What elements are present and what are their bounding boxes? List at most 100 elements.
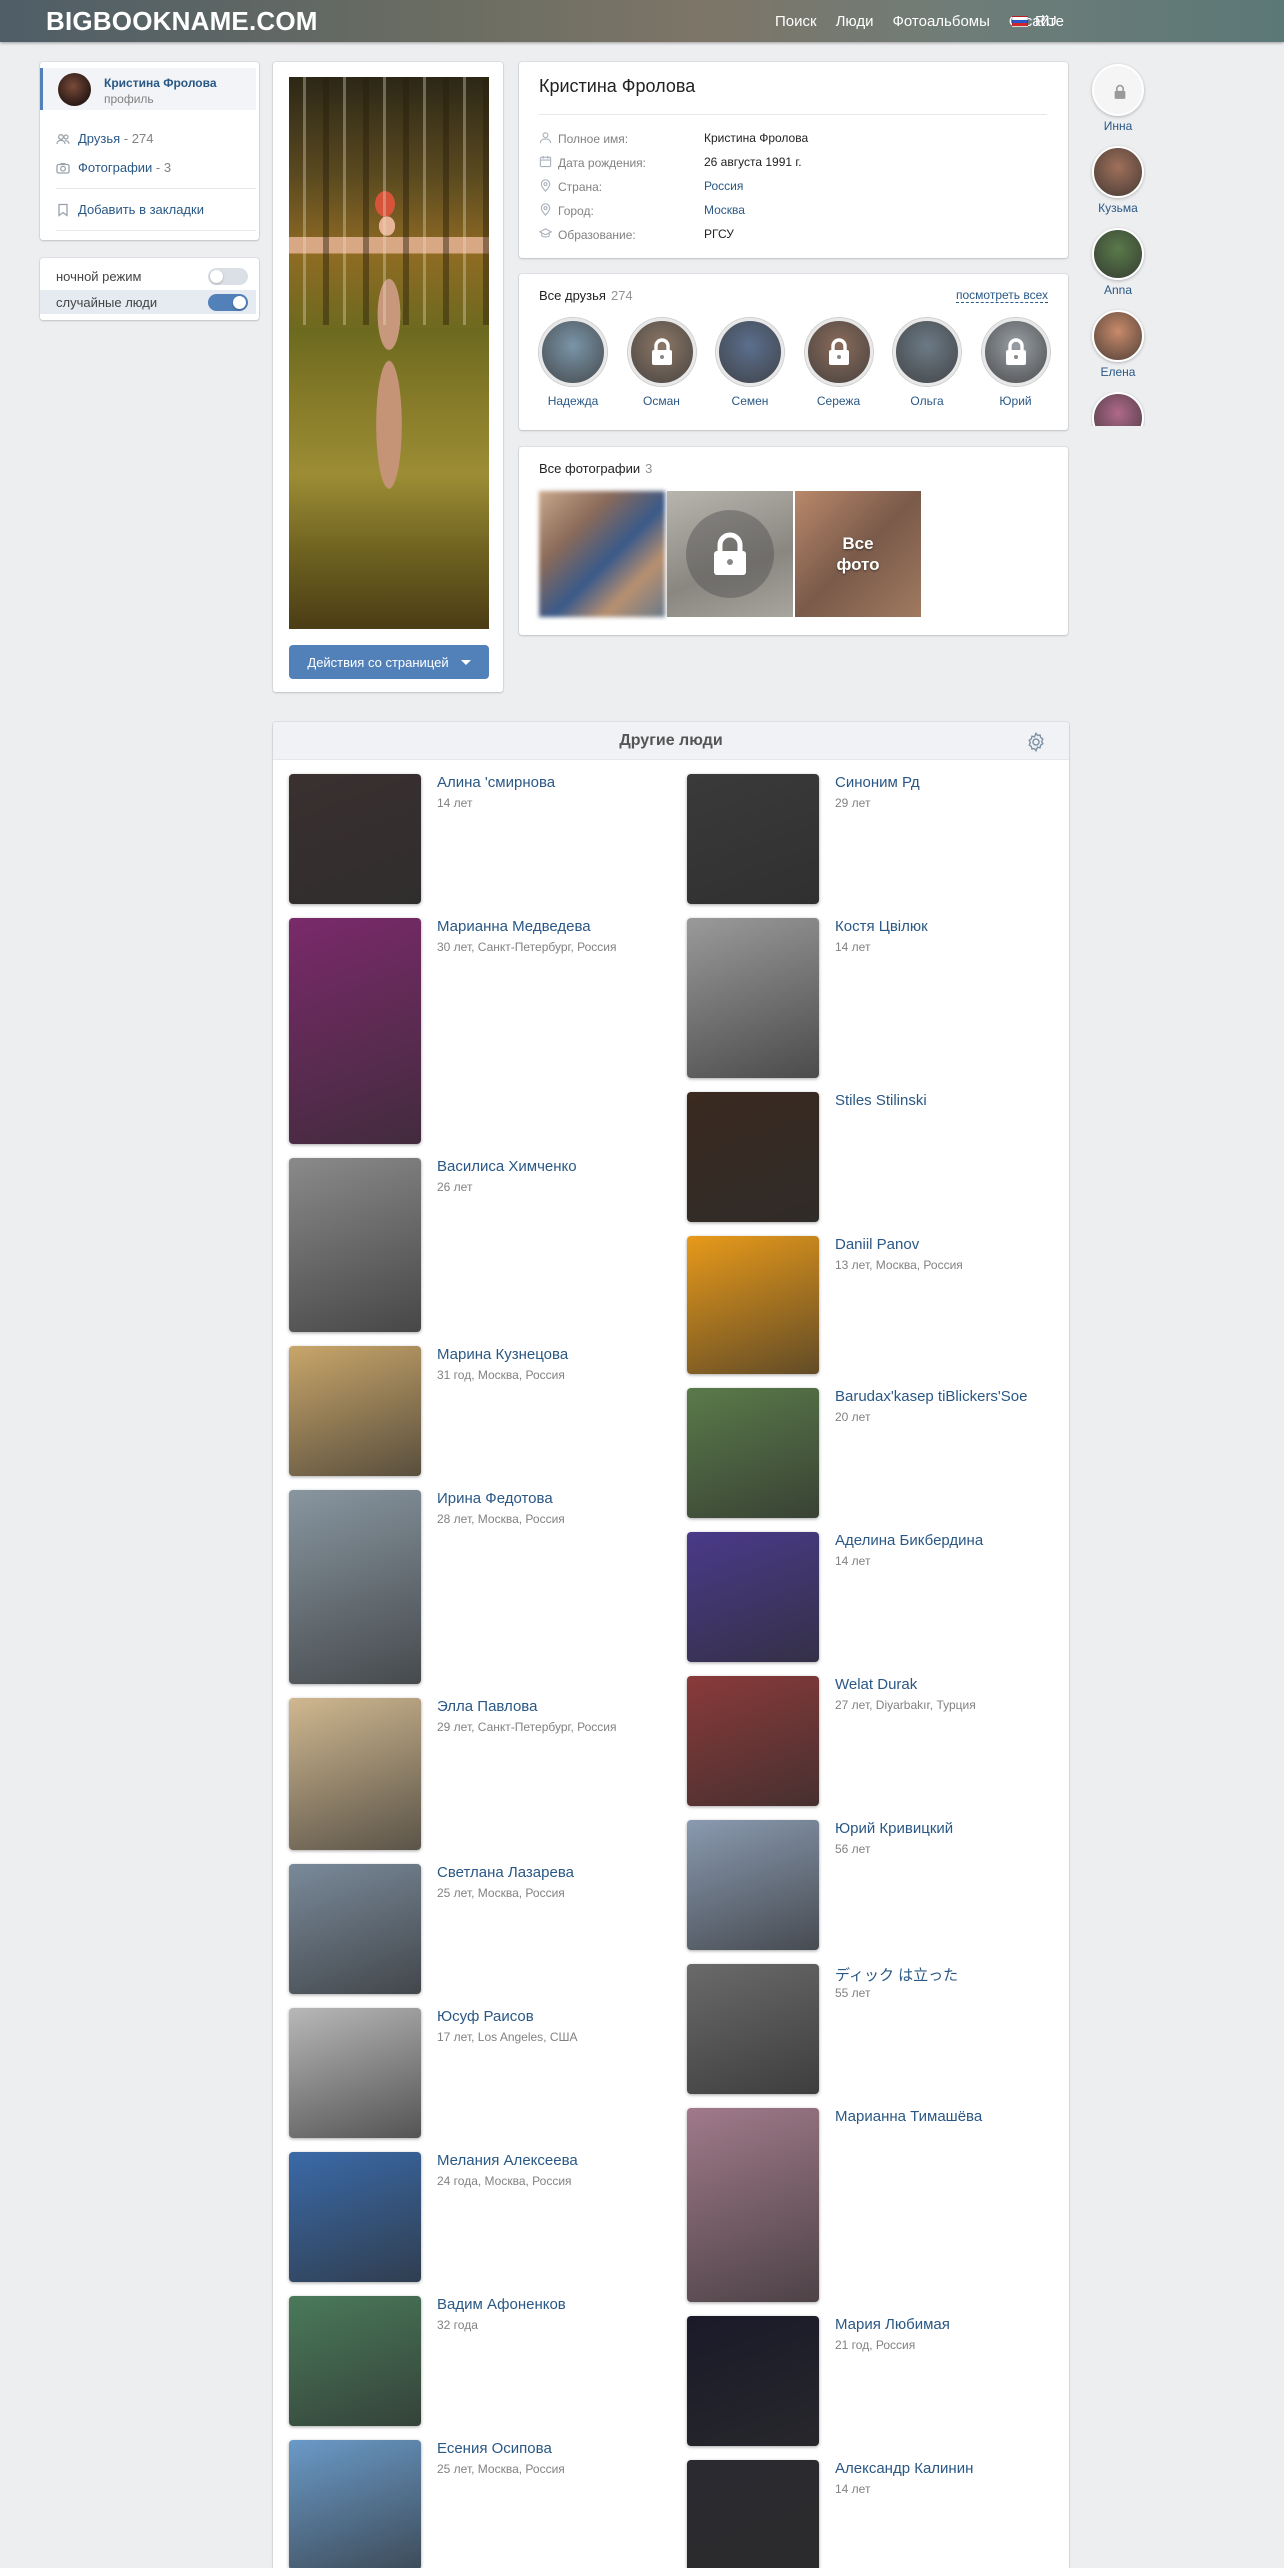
menu-item-bookmark[interactable]: Добавить в закладки — [56, 202, 204, 217]
nav-photoalbums[interactable]: Фотоальбомы — [892, 13, 989, 30]
current-user-item[interactable]: Кристина Фролова профиль — [40, 68, 256, 110]
friend-item[interactable]: Семен — [712, 318, 788, 408]
nav-people[interactable]: Люди — [836, 13, 874, 30]
person-photo[interactable] — [289, 2440, 421, 2568]
friend-item[interactable]: Осман — [624, 318, 700, 408]
profile-photo[interactable] — [289, 77, 489, 629]
person-item[interactable]: Синоним Рд 29 лет — [687, 774, 1067, 904]
person-name[interactable]: Есения Осипова — [437, 2440, 665, 2457]
person-photo[interactable] — [687, 1820, 819, 1950]
person-photo[interactable] — [289, 1698, 421, 1850]
person-name[interactable]: Светлана Лазарева — [437, 1864, 665, 1881]
person-name[interactable]: Ирина Федотова — [437, 1490, 665, 1507]
person-item[interactable]: Вадим Афоненков 32 года — [289, 2296, 669, 2426]
person-item[interactable]: Welat Durak 27 лет, Diyarbakır, Турция — [687, 1676, 1067, 1806]
person-name[interactable]: Stiles Stilinski — [835, 1092, 1063, 1109]
person-name[interactable]: Barudax'kasep tiBlickers'Soe — [835, 1388, 1063, 1405]
person-name[interactable]: ディック は立った — [835, 1964, 1063, 1985]
person-name[interactable]: Элла Павлова — [437, 1698, 665, 1715]
info-value[interactable]: Россия — [704, 179, 743, 193]
page-actions-button[interactable]: Действия со страницей — [289, 645, 489, 679]
person-item[interactable]: Марианна Тимашёва — [687, 2108, 1067, 2302]
person-photo[interactable] — [289, 1158, 421, 1332]
person-item[interactable]: Марианна Медведева 30 лет, Санкт-Петербур… — [289, 918, 669, 1144]
person-photo[interactable] — [687, 1092, 819, 1222]
person-photo[interactable] — [687, 2108, 819, 2302]
person-name[interactable]: Александр Калинин — [835, 2460, 1063, 2477]
all-photos-tile[interactable]: Все фото — [795, 491, 921, 617]
person-item[interactable]: Stiles Stilinski — [687, 1092, 1067, 1222]
person-name[interactable]: Синоним Рд — [835, 774, 1063, 791]
person-item[interactable]: Светлана Лазарева 25 лет, Москва, Россия — [289, 1864, 669, 1994]
person-photo[interactable] — [289, 2152, 421, 2282]
person-photo[interactable] — [289, 1490, 421, 1684]
language-switcher[interactable]: RU — [1012, 13, 1057, 30]
person-item[interactable]: Аделина Бикбердина 14 лет — [687, 1532, 1067, 1662]
person-item[interactable]: Daniil Panov 13 лет, Москва, Россия — [687, 1236, 1067, 1374]
sidebar-person[interactable]: Елена — [1091, 310, 1145, 379]
person-photo[interactable] — [687, 774, 819, 904]
nav-search[interactable]: Поиск — [775, 13, 817, 30]
friend-item[interactable]: Надежда — [535, 318, 611, 408]
person-name[interactable]: Василиса Химченко — [437, 1158, 665, 1175]
person-name[interactable]: Костя Цвілюк — [835, 918, 1063, 935]
person-name[interactable]: Welat Durak — [835, 1676, 1063, 1693]
person-name[interactable]: Юрий Кривицкий — [835, 1820, 1063, 1837]
person-photo[interactable] — [687, 1532, 819, 1662]
person-photo[interactable] — [687, 2316, 819, 2446]
person-item[interactable]: Юрий Кривицкий 56 лет — [687, 1820, 1067, 1950]
person-item[interactable]: Есения Осипова 25 лет, Москва, Россия — [289, 2440, 669, 2568]
info-value[interactable]: Москва — [704, 203, 745, 217]
person-name[interactable]: Марианна Тимашёва — [835, 2108, 1063, 2125]
person-name[interactable]: Алина 'смирнова — [437, 774, 665, 791]
friend-item[interactable]: Ольга — [889, 318, 965, 408]
friend-item[interactable]: Юрий — [978, 318, 1054, 408]
person-item[interactable]: Barudax'kasep tiBlickers'Soe 20 лет — [687, 1388, 1067, 1518]
person-item[interactable]: Мария Любимая 21 год, Россия — [687, 2316, 1067, 2446]
person-item[interactable]: Костя Цвілюк 14 лет — [687, 918, 1067, 1078]
site-logo[interactable]: BIGBOOKNAME.COM — [46, 6, 318, 37]
sidebar-person-partial[interactable] — [1091, 392, 1145, 426]
person-name[interactable]: Марина Кузнецова — [437, 1346, 665, 1363]
person-photo[interactable] — [687, 1388, 819, 1518]
photo-thumb[interactable] — [539, 491, 665, 617]
person-name[interactable]: Мелания Алексеева — [437, 2152, 665, 2169]
person-photo[interactable] — [289, 2296, 421, 2426]
person-name[interactable]: Daniil Panov — [835, 1236, 1063, 1253]
person-photo[interactable] — [289, 1864, 421, 1994]
random-people-toggle[interactable] — [208, 294, 248, 311]
person-photo[interactable] — [289, 2008, 421, 2138]
person-name[interactable]: Марианна Медведева — [437, 918, 665, 935]
person-photo[interactable] — [289, 918, 421, 1144]
sidebar-person[interactable]: Инна — [1091, 64, 1145, 133]
person-item[interactable]: Юсуф Раисов 17 лет, Los Angeles, США — [289, 2008, 669, 2138]
menu-item-photos[interactable]: Фотографии - 3 — [56, 160, 171, 175]
sidebar-person[interactable]: Anna — [1091, 228, 1145, 297]
person-name[interactable]: Аделина Бикбердина — [835, 1532, 1063, 1549]
person-photo[interactable] — [687, 918, 819, 1078]
person-name[interactable]: Мария Любимая — [835, 2316, 1063, 2333]
person-item[interactable]: Александр Калинин 14 лет — [687, 2460, 1067, 2568]
person-name[interactable]: Юсуф Раисов — [437, 2008, 665, 2025]
person-item[interactable]: Алина 'смирнова 14 лет — [289, 774, 669, 904]
friend-item[interactable]: Сережа — [801, 318, 877, 408]
person-photo[interactable] — [687, 1676, 819, 1806]
person-item[interactable]: Марина Кузнецова 31 год, Москва, Россия — [289, 1346, 669, 1476]
person-item[interactable]: Василиса Химченко 26 лет — [289, 1158, 669, 1332]
night-mode-toggle[interactable] — [208, 268, 248, 285]
photo-thumb-locked[interactable] — [667, 491, 793, 617]
gear-icon[interactable] — [1025, 731, 1047, 753]
person-photo[interactable] — [687, 1236, 819, 1374]
menu-item-friends[interactable]: Друзья - 274 — [56, 131, 153, 146]
person-item[interactable]: Мелания Алексеева 24 года, Москва, Россия — [289, 2152, 669, 2282]
person-photo[interactable] — [687, 1964, 819, 2094]
person-item[interactable]: ディック は立った 55 лет — [687, 1964, 1067, 2094]
person-name[interactable]: Вадим Афоненков — [437, 2296, 665, 2313]
person-photo[interactable] — [289, 1346, 421, 1476]
person-photo[interactable] — [687, 2460, 819, 2568]
person-photo[interactable] — [289, 774, 421, 904]
person-item[interactable]: Ирина Федотова 28 лет, Москва, Россия — [289, 1490, 669, 1684]
person-item[interactable]: Элла Павлова 29 лет, Санкт-Петербург, Рос… — [289, 1698, 669, 1850]
see-all-friends-link[interactable]: посмотреть всех — [955, 288, 1048, 303]
sidebar-person[interactable]: Кузьма — [1091, 146, 1145, 215]
